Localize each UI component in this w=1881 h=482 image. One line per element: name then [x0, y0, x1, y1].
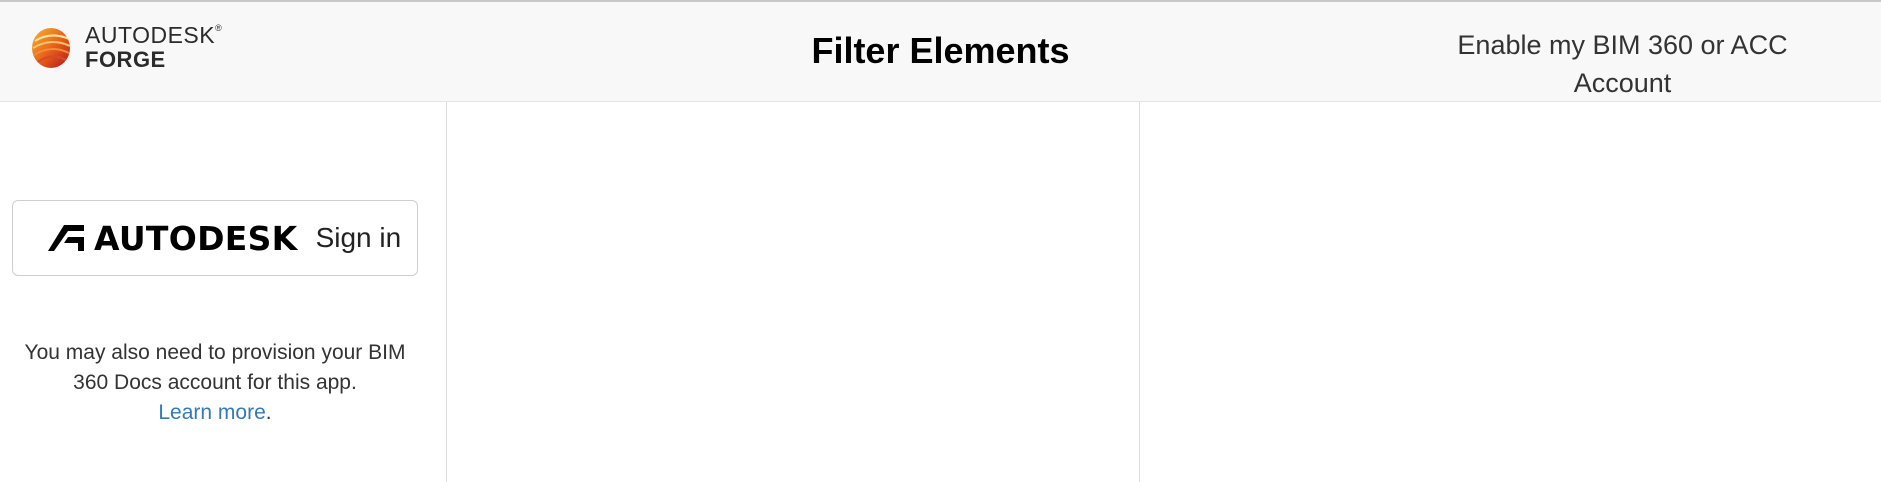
autodesk-wordmark: AUTODESK [94, 218, 298, 258]
provision-note: You may also need to provision your BIM … [12, 338, 418, 428]
column-divider-left [446, 102, 447, 482]
sign-in-button[interactable]: AUTODESK Sign in [12, 200, 418, 276]
main-content: AUTODESK Sign in You may also need to pr… [0, 102, 1881, 482]
brand-name: AUTODESK [85, 21, 216, 48]
provision-text: You may also need to provision your BIM … [24, 341, 406, 394]
registered-mark-icon: ® [215, 22, 223, 33]
navbar: AUTODESK® FORGE Filter Elements Enable m… [0, 2, 1881, 102]
enable-account-link[interactable]: Enable my BIM 360 or ACC Account [1440, 26, 1805, 102]
brand-product: FORGE [85, 46, 166, 72]
sign-in-label: Sign in [315, 222, 402, 253]
learn-more-suffix: . [265, 401, 272, 424]
autodesk-logo-icon [48, 225, 84, 251]
learn-more-link[interactable]: Learn more [158, 401, 265, 424]
forge-logo-icon [32, 28, 71, 68]
forge-brand-link[interactable]: AUTODESK® FORGE [29, 23, 222, 71]
column-divider-right [1139, 102, 1140, 482]
